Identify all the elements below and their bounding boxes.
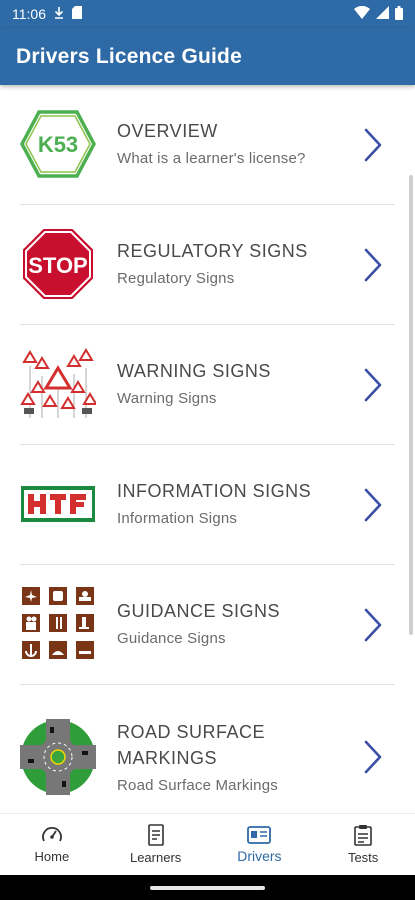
tab-learners[interactable]: Learners bbox=[104, 814, 208, 875]
k53-hexagon-icon: K53 bbox=[20, 110, 96, 178]
clipboard-icon bbox=[354, 825, 372, 846]
signal-icon bbox=[376, 6, 389, 22]
speedometer-icon bbox=[41, 827, 62, 842]
list-item-information-signs[interactable]: INFORMATION SIGNS Information Signs bbox=[0, 445, 415, 565]
tab-home[interactable]: Home bbox=[0, 814, 104, 875]
item-title: ROAD SURFACE MARKINGS bbox=[117, 722, 266, 768]
stop-text: STOP bbox=[28, 253, 88, 278]
stop-sign-icon: STOP bbox=[21, 227, 95, 301]
item-subtitle: What is a learner's license? bbox=[117, 150, 306, 167]
status-time: 11:06 bbox=[12, 6, 46, 22]
page-title: Drivers Licence Guide bbox=[16, 44, 242, 68]
tab-tests[interactable]: Tests bbox=[311, 814, 415, 875]
warning-signs-icon bbox=[20, 348, 96, 418]
home-gesture-handle[interactable] bbox=[150, 886, 265, 890]
tab-label: Home bbox=[34, 849, 70, 864]
list-item-guidance-signs[interactable]: GUIDANCE SIGNS Guidance Signs bbox=[0, 565, 415, 685]
item-title: REGULATORY SIGNS bbox=[117, 241, 308, 261]
item-subtitle: Regulatory Signs bbox=[117, 270, 235, 287]
list-item-road-surface-markings[interactable]: ROAD SURFACE MARKINGS Road Surface Marki… bbox=[0, 685, 415, 813]
chevron-right-icon[interactable] bbox=[358, 605, 386, 645]
list-item-regulatory-signs[interactable]: STOP REGULATORY SIGNS Regulatory Signs bbox=[0, 205, 415, 325]
tab-drivers[interactable]: Drivers bbox=[208, 814, 312, 875]
tab-label: Drivers bbox=[237, 847, 282, 864]
download-icon bbox=[54, 6, 64, 22]
item-subtitle: Road Surface Markings bbox=[117, 777, 278, 794]
roundabout-icon bbox=[20, 719, 96, 795]
bottom-navigation: Home Learners Drivers Tests bbox=[0, 813, 415, 875]
chevron-right-icon[interactable] bbox=[358, 245, 386, 285]
item-subtitle: Information Signs bbox=[117, 510, 238, 527]
guidance-signs-icon bbox=[22, 587, 94, 659]
id-card-icon bbox=[247, 825, 272, 844]
document-icon bbox=[147, 824, 164, 846]
chevron-right-icon[interactable] bbox=[358, 125, 386, 165]
gesture-bar bbox=[0, 875, 415, 900]
chevron-right-icon[interactable] bbox=[358, 365, 386, 405]
item-title: OVERVIEW bbox=[117, 121, 218, 141]
chevron-right-icon[interactable] bbox=[358, 485, 386, 525]
item-subtitle: Guidance Signs bbox=[117, 630, 226, 647]
information-signs-icon bbox=[21, 486, 95, 522]
sd-card-icon bbox=[72, 6, 82, 22]
menu-list[interactable]: K53 OVERVIEW What is a learner's license… bbox=[0, 85, 415, 813]
k53-text: K53 bbox=[38, 132, 78, 157]
item-title: WARNING SIGNS bbox=[117, 361, 271, 381]
tab-label: Learners bbox=[129, 850, 182, 865]
wifi-icon bbox=[354, 5, 370, 22]
item-subtitle: Warning Signs bbox=[117, 390, 217, 407]
item-title: INFORMATION SIGNS bbox=[117, 481, 312, 501]
chevron-right-icon[interactable] bbox=[358, 737, 386, 777]
status-bar: 11:06 bbox=[0, 0, 415, 28]
scrollbar[interactable] bbox=[409, 175, 413, 635]
list-item-warning-signs[interactable]: WARNING SIGNS Warning Signs bbox=[0, 325, 415, 445]
app-bar: Drivers Licence Guide bbox=[0, 28, 415, 85]
list-item-overview[interactable]: K53 OVERVIEW What is a learner's license… bbox=[0, 85, 415, 205]
item-title: GUIDANCE SIGNS bbox=[117, 601, 281, 621]
tab-label: Tests bbox=[347, 850, 379, 865]
battery-icon bbox=[395, 5, 403, 23]
